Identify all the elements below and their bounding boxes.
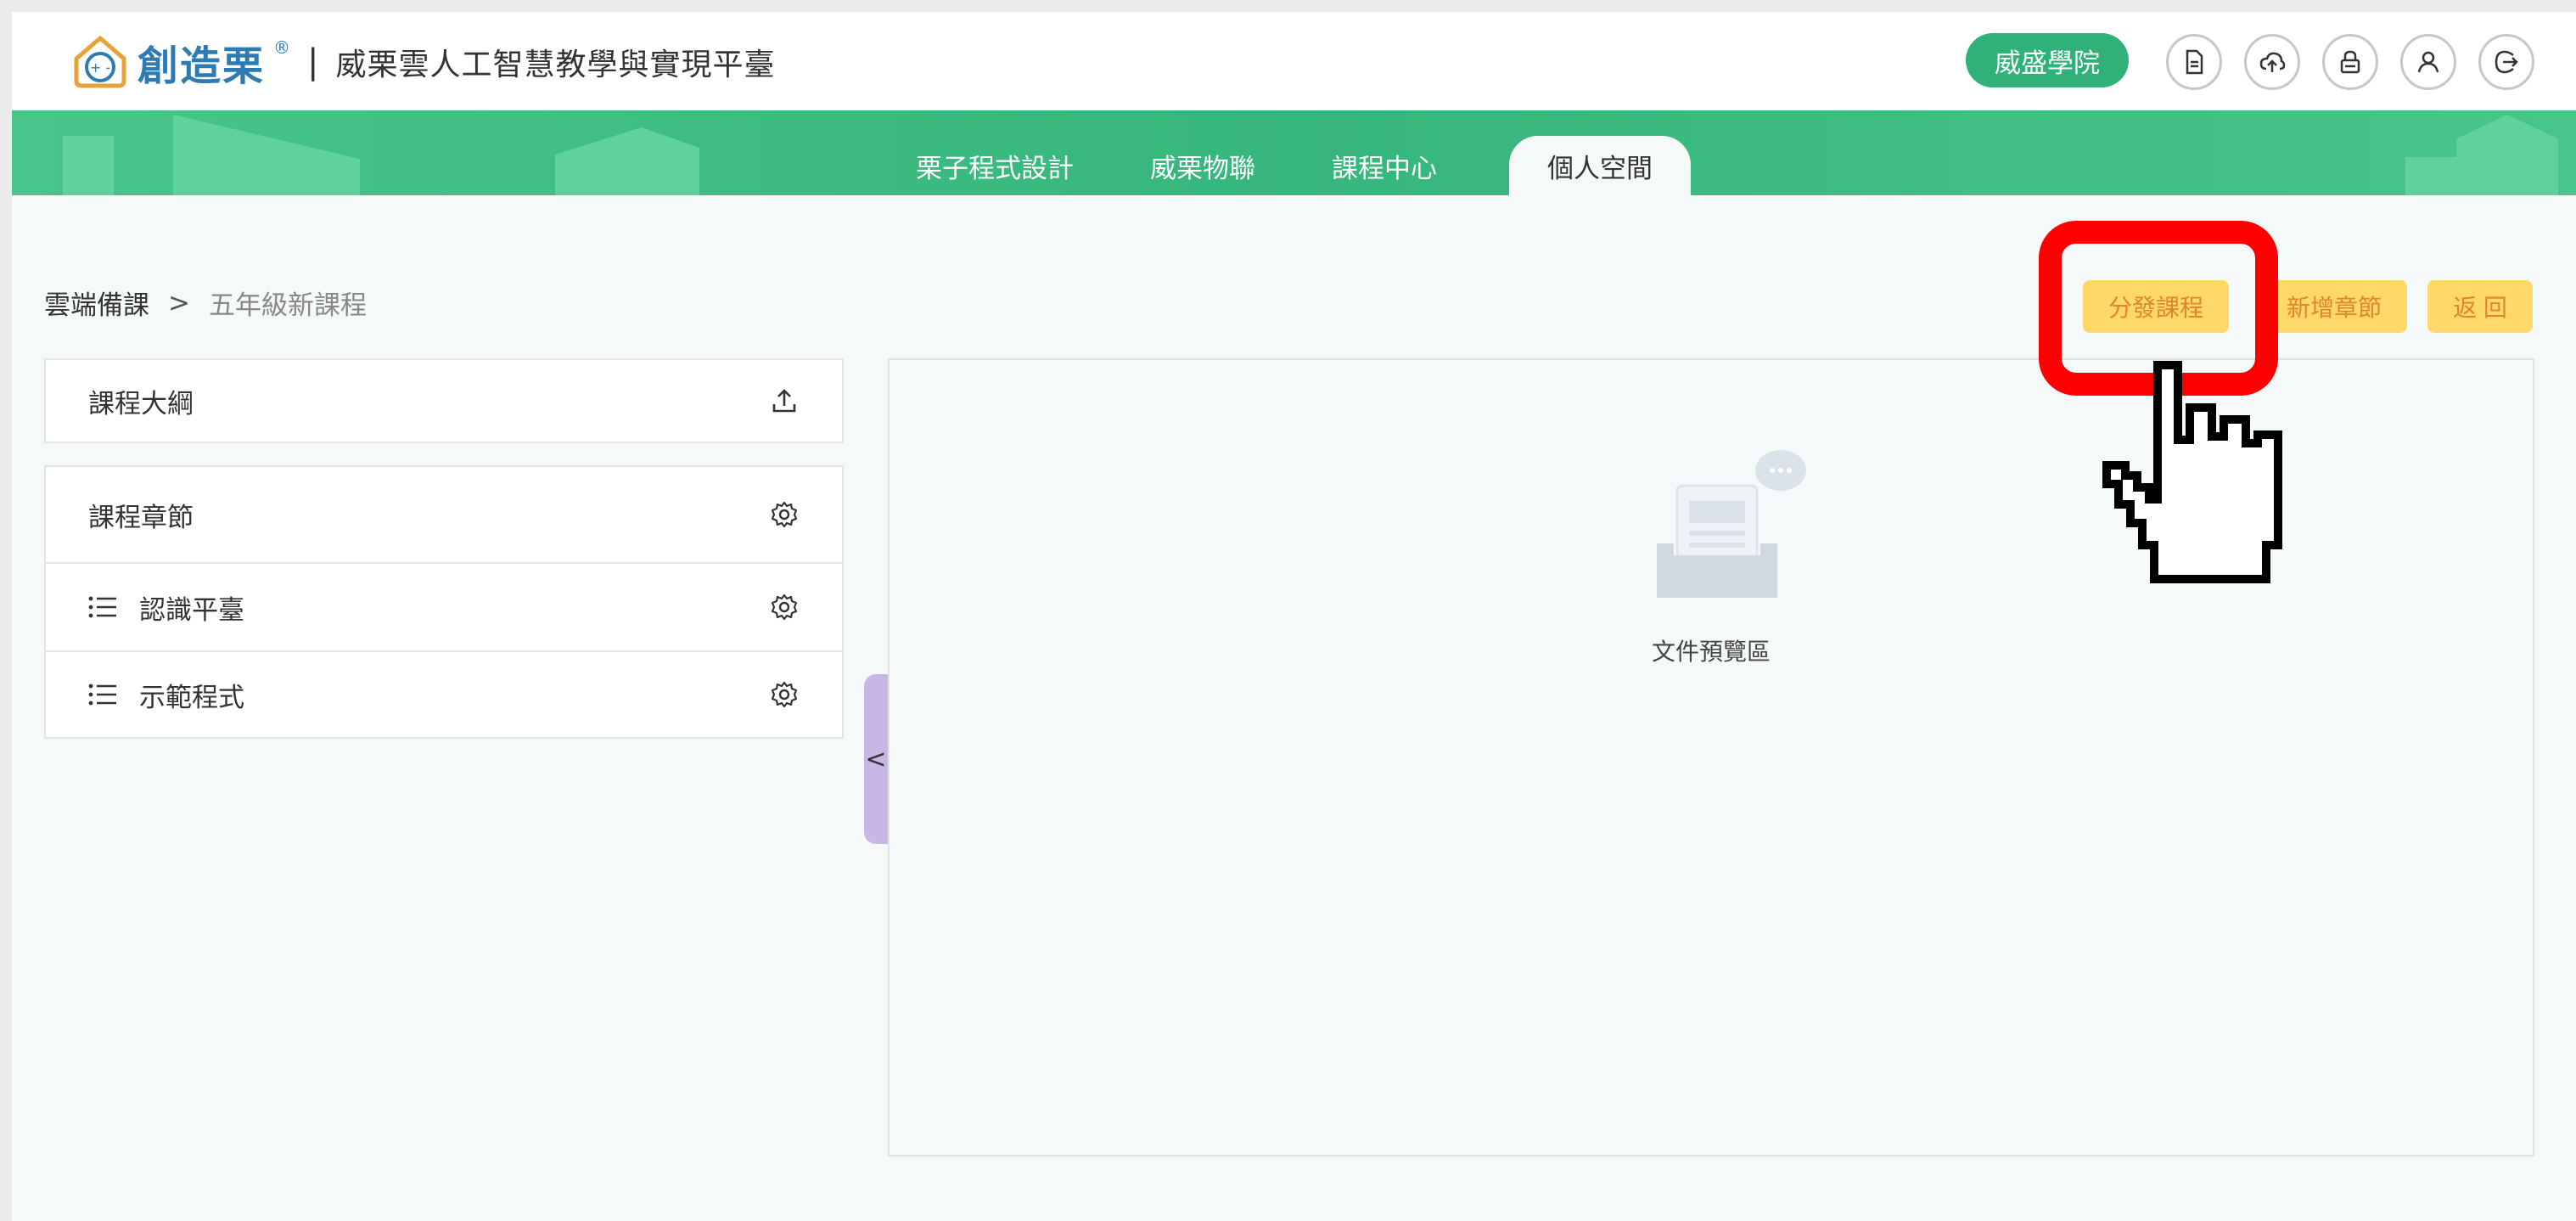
breadcrumb-current: 五年級新課程 (208, 290, 367, 321)
banner-decoration (555, 127, 699, 195)
lock-button[interactable] (2322, 34, 2378, 90)
school-button[interactable]: 威盛學院 (1966, 33, 2129, 87)
banner-decoration (2456, 115, 2558, 195)
gear-icon[interactable] (769, 499, 800, 530)
document-icon (2186, 49, 2203, 75)
banner-decoration (173, 115, 360, 195)
breadcrumb-root[interactable]: 雲端備課 (44, 284, 149, 322)
main-tabs: 栗子程式設計 威栗物聯 課程中心 個人空間 (878, 110, 1691, 195)
gear-icon[interactable] (769, 679, 800, 710)
upload-icon[interactable] (769, 385, 800, 416)
user-button[interactable] (2400, 34, 2456, 90)
tab-course-center[interactable]: 課程中心 (1294, 136, 1475, 195)
chevron-left-icon: < (865, 744, 887, 774)
logo-text: 創造栗 (137, 42, 266, 90)
tab-personal-space[interactable]: 個人空間 (1509, 136, 1691, 195)
course-outline-label: 課程大綱 (88, 388, 194, 419)
app-window: + - 創造栗 ® | 威栗雲人工智慧教學與實現平臺 威盛學院 栗子程式設計 威… (12, 12, 2576, 1221)
breadcrumb-separator: > (168, 287, 190, 318)
chapter-item[interactable]: 示範程式 (44, 650, 844, 739)
user-icon (2417, 51, 2439, 73)
add-chapter-button[interactable]: 新增章節 (2261, 280, 2407, 333)
course-chapters-row[interactable]: 課程章節 (44, 465, 844, 564)
course-outline-row[interactable]: 課程大綱 (44, 358, 844, 443)
back-button[interactable]: 返 回 (2427, 280, 2533, 333)
collapse-sidebar-handle[interactable]: < (864, 674, 888, 844)
top-bar: + - 創造栗 ® | 威栗雲人工智慧教學與實現平臺 威盛學院 (12, 12, 2576, 110)
course-chapters-label: 課程章節 (88, 502, 194, 533)
nav-banner: 栗子程式設計 威栗物聯 課程中心 個人空間 (12, 110, 2576, 195)
banner-decoration (2405, 157, 2456, 195)
cloud-upload-button[interactable] (2244, 34, 2300, 90)
breadcrumb: 雲端備課 > 五年級新課程 (44, 284, 367, 322)
banner-decoration (63, 136, 114, 195)
cloud-upload-icon (2259, 52, 2286, 72)
tab-chestnut-programming[interactable]: 栗子程式設計 (878, 136, 1112, 195)
list-icon (88, 684, 116, 706)
empty-inbox-icon (1657, 450, 1806, 598)
chapter-item[interactable]: 認識平臺 (44, 562, 844, 652)
logo-separator: | (307, 42, 319, 82)
chapter-label: 認識平臺 (139, 594, 244, 626)
logout-button[interactable] (2478, 34, 2534, 90)
chapter-label: 示範程式 (139, 682, 244, 713)
list-icon (88, 596, 116, 618)
platform-name: 威栗雲人工智慧教學與實現平臺 (335, 48, 776, 82)
lock-icon (2340, 50, 2360, 74)
empty-preview-text: 文件預覽區 (1651, 638, 1771, 666)
logo-registered-mark: ® (273, 37, 291, 58)
gear-icon[interactable] (769, 592, 800, 622)
logout-icon (2495, 50, 2518, 74)
logo[interactable]: + - 創造栗 ® | 威栗雲人工智慧教學與實現平臺 (71, 29, 776, 95)
tab-iot[interactable]: 威栗物聯 (1112, 136, 1294, 195)
logo-house-icon: + - (74, 35, 126, 88)
pointing-hand-icon (2102, 361, 2282, 583)
svg-text:+ -: + - (90, 59, 110, 76)
document-button[interactable] (2166, 34, 2222, 90)
